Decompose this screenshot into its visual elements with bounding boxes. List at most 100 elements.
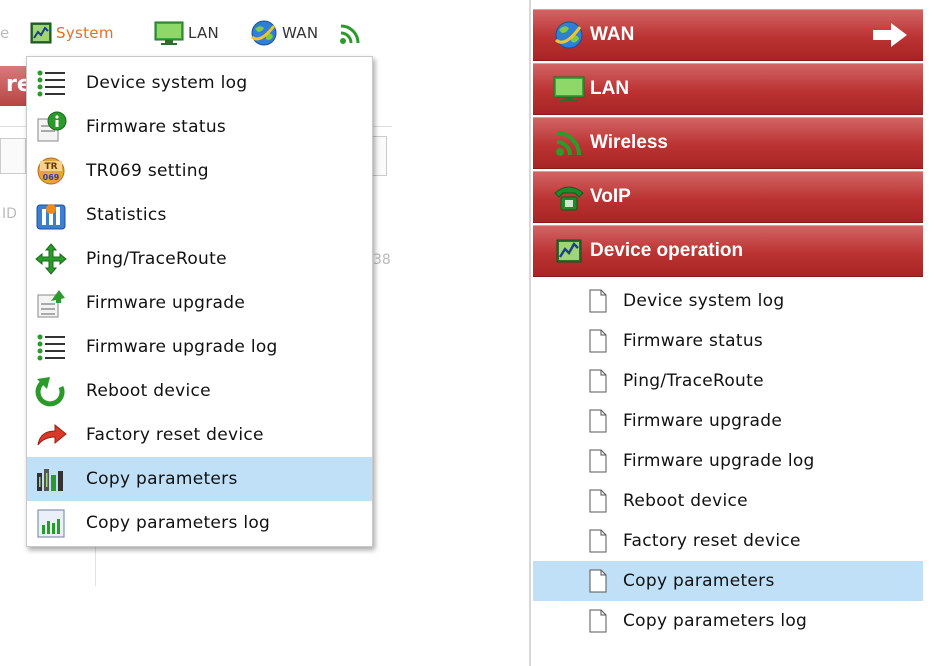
- top-menu-lan[interactable]: LAN: [154, 20, 219, 46]
- dropdown-item-device-system-log[interactable]: Device system log: [27, 61, 372, 105]
- side-menu-border: [529, 0, 531, 666]
- move-arrows-icon: [35, 243, 67, 275]
- side-menu-item-copy-parameters[interactable]: Copy parameters: [533, 561, 923, 601]
- top-menu-fragment: e: [0, 24, 10, 42]
- dropdown-item-label: Copy parameters: [86, 469, 238, 489]
- dropdown-item-label: TR069 setting: [86, 161, 209, 181]
- reboot-icon: [35, 377, 65, 407]
- side-menu-section-wireless[interactable]: Wireless: [533, 117, 923, 169]
- monitor-icon: [154, 21, 184, 45]
- dropdown-item-label: Ping/TraceRoute: [86, 249, 227, 269]
- statistics-icon: [36, 204, 66, 230]
- list-icon: [37, 334, 65, 361]
- dropdown-item-reboot-device[interactable]: Reboot device: [27, 369, 372, 413]
- document-icon: [589, 529, 607, 553]
- side-menu-item-copy-parameters-log[interactable]: Copy parameters log: [533, 601, 923, 641]
- top-menu-system-label: System: [56, 24, 114, 42]
- info-icon: [37, 111, 67, 142]
- side-menu-item-label: Copy parameters: [623, 571, 775, 591]
- side-menu-item-label: Copy parameters log: [623, 611, 808, 631]
- monitor-icon: [553, 76, 585, 102]
- dropdown-item-ping-traceroute[interactable]: Ping/TraceRoute: [27, 237, 372, 281]
- top-menu-wan[interactable]: WAN: [250, 20, 318, 46]
- dropdown-item-label: Device system log: [86, 73, 248, 93]
- background-field-edge: [372, 136, 387, 176]
- svg-text:TR: TR: [44, 162, 57, 172]
- background-button: [0, 138, 26, 174]
- document-icon: [589, 289, 607, 313]
- dropdown-item-label: Statistics: [86, 205, 167, 225]
- dropdown-item-label: Factory reset device: [86, 425, 264, 445]
- globe-icon: [251, 20, 277, 46]
- side-menu-item-firmware-upgrade-log[interactable]: Firmware upgrade log: [533, 441, 923, 481]
- side-menu-item-firmware-upgrade[interactable]: Firmware upgrade: [533, 401, 923, 441]
- dropdown-item-label: Firmware upgrade: [86, 293, 246, 313]
- list-icon: [37, 70, 65, 97]
- side-menu-section-label: VoIP: [590, 186, 631, 207]
- document-icon: [589, 449, 607, 473]
- copy-parameters-icon: [37, 469, 63, 491]
- reset-arrow-icon: [37, 423, 67, 446]
- side-menu-section-voip[interactable]: VoIP: [533, 171, 923, 223]
- document-icon: [589, 369, 607, 393]
- background-vertical-line: [95, 546, 96, 586]
- side-menu-item-label: Firmware status: [623, 331, 764, 351]
- dropdown-item-label: Copy parameters log: [86, 513, 271, 533]
- document-icon: [589, 569, 607, 593]
- dropdown-item-copy-parameters[interactable]: Copy parameters: [27, 457, 372, 501]
- globe-icon: [555, 21, 583, 49]
- document-icon: [589, 609, 607, 633]
- top-menu-lan-label: LAN: [188, 24, 220, 42]
- side-menu-section-device-operation[interactable]: Device operation: [533, 225, 923, 277]
- side-menu-item-label: Device system log: [623, 291, 785, 311]
- side-menu-item-reboot-device[interactable]: Reboot device: [533, 481, 923, 521]
- dropdown-item-firmware-upgrade[interactable]: Firmware upgrade: [27, 281, 372, 325]
- background-divider: [0, 126, 26, 127]
- side-menu-item-label: Firmware upgrade log: [623, 451, 815, 471]
- dropdown-item-label: Firmware status: [86, 117, 227, 137]
- dropdown-item-firmware-status[interactable]: Firmware status: [27, 105, 372, 149]
- top-menu-wan-label: WAN: [282, 24, 319, 42]
- dropdown-item-copy-parameters-log[interactable]: Copy parameters log: [27, 501, 372, 545]
- document-icon: [589, 489, 607, 513]
- top-menu-system[interactable]: System: [30, 20, 114, 46]
- side-menu-item-label: Reboot device: [623, 491, 748, 511]
- side-menu-item-factory-reset-device[interactable]: Factory reset device: [533, 521, 923, 561]
- dropdown-item-firmware-upgrade-log[interactable]: Firmware upgrade log: [27, 325, 372, 369]
- dropdown-item-label: Reboot device: [86, 381, 211, 401]
- background-number-text: 38: [373, 252, 391, 268]
- dropdown-item-label: Firmware upgrade log: [86, 337, 278, 357]
- upgrade-icon: [37, 290, 65, 318]
- side-menu-section-wan[interactable]: WAN: [533, 9, 923, 61]
- top-menu-wireless[interactable]: [338, 20, 364, 46]
- phone-icon: [554, 186, 584, 211]
- wireless-icon: [556, 131, 581, 156]
- svg-text:069: 069: [43, 173, 60, 182]
- side-menu-section-label: Wireless: [590, 132, 668, 153]
- side-menu-item-label: Firmware upgrade: [623, 411, 783, 431]
- side-menu-item-label: Factory reset device: [623, 531, 801, 551]
- side-menu-section-lan[interactable]: LAN: [533, 63, 923, 115]
- dropdown-item-tr069-setting[interactable]: TR 069 TR069 setting: [27, 149, 372, 193]
- side-menu-panel: WAN LAN Wireless VoIP Device operation D…: [515, 0, 941, 666]
- dropdown-item-statistics[interactable]: Statistics: [27, 193, 372, 237]
- side-menu-item-device-system-log[interactable]: Device system log: [533, 281, 923, 321]
- arrow-right-icon: [873, 23, 907, 47]
- background-divider-right: [372, 126, 392, 127]
- side-menu-section-label: Device operation: [590, 240, 744, 261]
- document-icon: [589, 329, 607, 353]
- tr069-icon: TR 069: [37, 157, 65, 185]
- wireless-icon: [340, 24, 360, 44]
- system-chart-icon: [30, 22, 52, 44]
- side-menu-item-firmware-status[interactable]: Firmware status: [533, 321, 923, 361]
- background-id-text: ID: [2, 206, 17, 222]
- copy-log-icon: [37, 509, 65, 538]
- top-menu-bar: e System LAN WAN: [0, 14, 372, 50]
- side-menu-item-ping-traceroute[interactable]: Ping/TraceRoute: [533, 361, 923, 401]
- side-menu-section-label: WAN: [590, 24, 635, 45]
- side-menu-section-label: LAN: [590, 78, 630, 99]
- side-menu-item-label: Ping/TraceRoute: [623, 371, 764, 391]
- system-chart-icon: [556, 239, 582, 263]
- dropdown-item-factory-reset-device[interactable]: Factory reset device: [27, 413, 372, 457]
- document-icon: [589, 409, 607, 433]
